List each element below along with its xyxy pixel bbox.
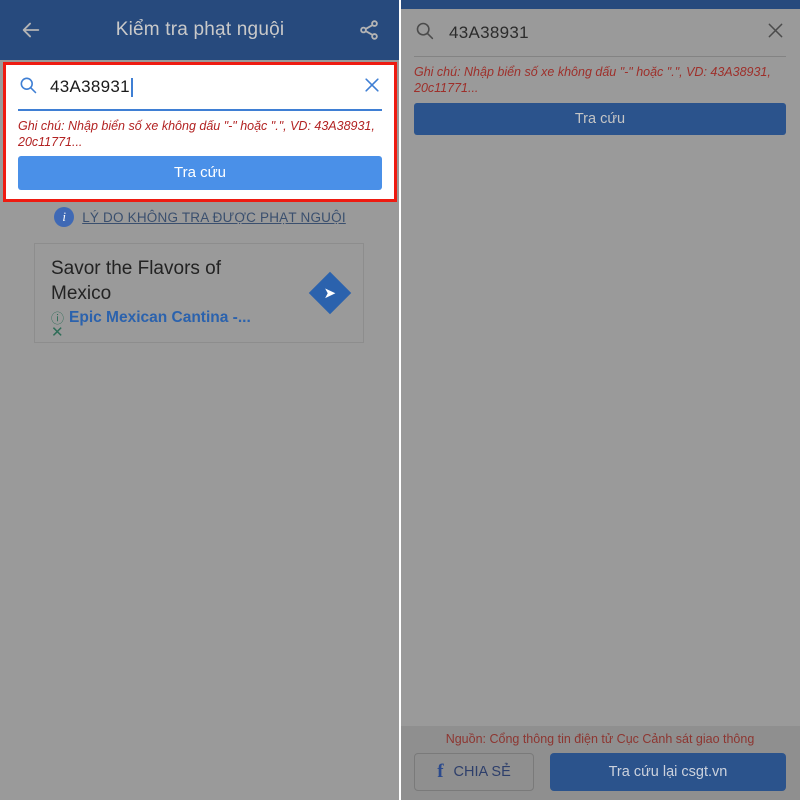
ad-card[interactable]: Savor the Flavors of Mexico ⓘ Epic Mexic… xyxy=(34,243,364,343)
search-icon xyxy=(414,20,435,46)
share-button[interactable]: f CHIA SẺ xyxy=(414,753,534,791)
ad-advertiser[interactable]: Epic Mexican Cantina -... xyxy=(69,309,251,327)
right-phone-screen: 43A38931 Ghi chú: Nhập biển số xe không … xyxy=(400,0,800,800)
panel-divider xyxy=(399,0,401,800)
share-button-label: CHIA SẺ xyxy=(453,764,511,780)
source-note: Nguồn: Cổng thông tin điện tử Cục Cảnh s… xyxy=(445,732,755,746)
lookup-button[interactable]: Tra cứu xyxy=(414,103,786,135)
page-title: Kiểm tra phạt nguội xyxy=(115,19,285,40)
reason-link-row[interactable]: i LÝ DO KHÔNG TRA ĐƯỢC PHẠT NGUỘI xyxy=(0,207,400,227)
text-cursor xyxy=(130,77,133,97)
arrow-left-icon[interactable] xyxy=(16,15,46,45)
right-search-header: 43A38931 Ghi chú: Nhập biển số xe không … xyxy=(400,9,800,135)
close-icon[interactable] xyxy=(362,75,382,100)
search-input[interactable]: 43A38931 xyxy=(50,77,350,97)
footer-buttons: f CHIA SẺ Tra cứu lại csgt.vn xyxy=(414,753,786,791)
screenshot-root: Kiểm tra phạt nguội 43A38931 Ghi chú: Nh… xyxy=(0,0,800,800)
input-note: Ghi chú: Nhập biển số xe không dấu "-" h… xyxy=(18,119,375,149)
search-card: 43A38931 Ghi chú: Nhập biển số xe không … xyxy=(6,65,394,199)
reason-link[interactable]: LÝ DO KHÔNG TRA ĐƯỢC PHẠT NGUỘI xyxy=(82,210,346,225)
left-phone-screen: Kiểm tra phạt nguội 43A38931 Ghi chú: Nh… xyxy=(0,0,400,800)
search-input-row[interactable]: 43A38931 xyxy=(18,65,382,111)
search-input-value: 43A38931 xyxy=(50,77,130,96)
info-icon: i xyxy=(54,207,75,227)
ad-title: Savor the Flavors of Mexico xyxy=(51,258,222,304)
search-icon xyxy=(18,75,38,100)
app-bar: Kiểm tra phạt nguội xyxy=(0,0,400,60)
result-footer: Nguồn: Cổng thông tin điện tử Cục Cảnh s… xyxy=(400,726,800,800)
search-input-row[interactable]: 43A38931 xyxy=(414,9,786,57)
recheck-button[interactable]: Tra cứu lại csgt.vn xyxy=(550,753,786,791)
share-icon[interactable] xyxy=(354,15,384,45)
search-input-value[interactable]: 43A38931 xyxy=(449,23,751,43)
facebook-icon: f xyxy=(437,761,444,782)
status-strip xyxy=(400,0,800,9)
close-icon[interactable] xyxy=(765,20,786,46)
lookup-button[interactable]: Tra cứu xyxy=(18,156,382,190)
input-note: Ghi chú: Nhập biển số xe không dấu "-" h… xyxy=(414,65,771,95)
